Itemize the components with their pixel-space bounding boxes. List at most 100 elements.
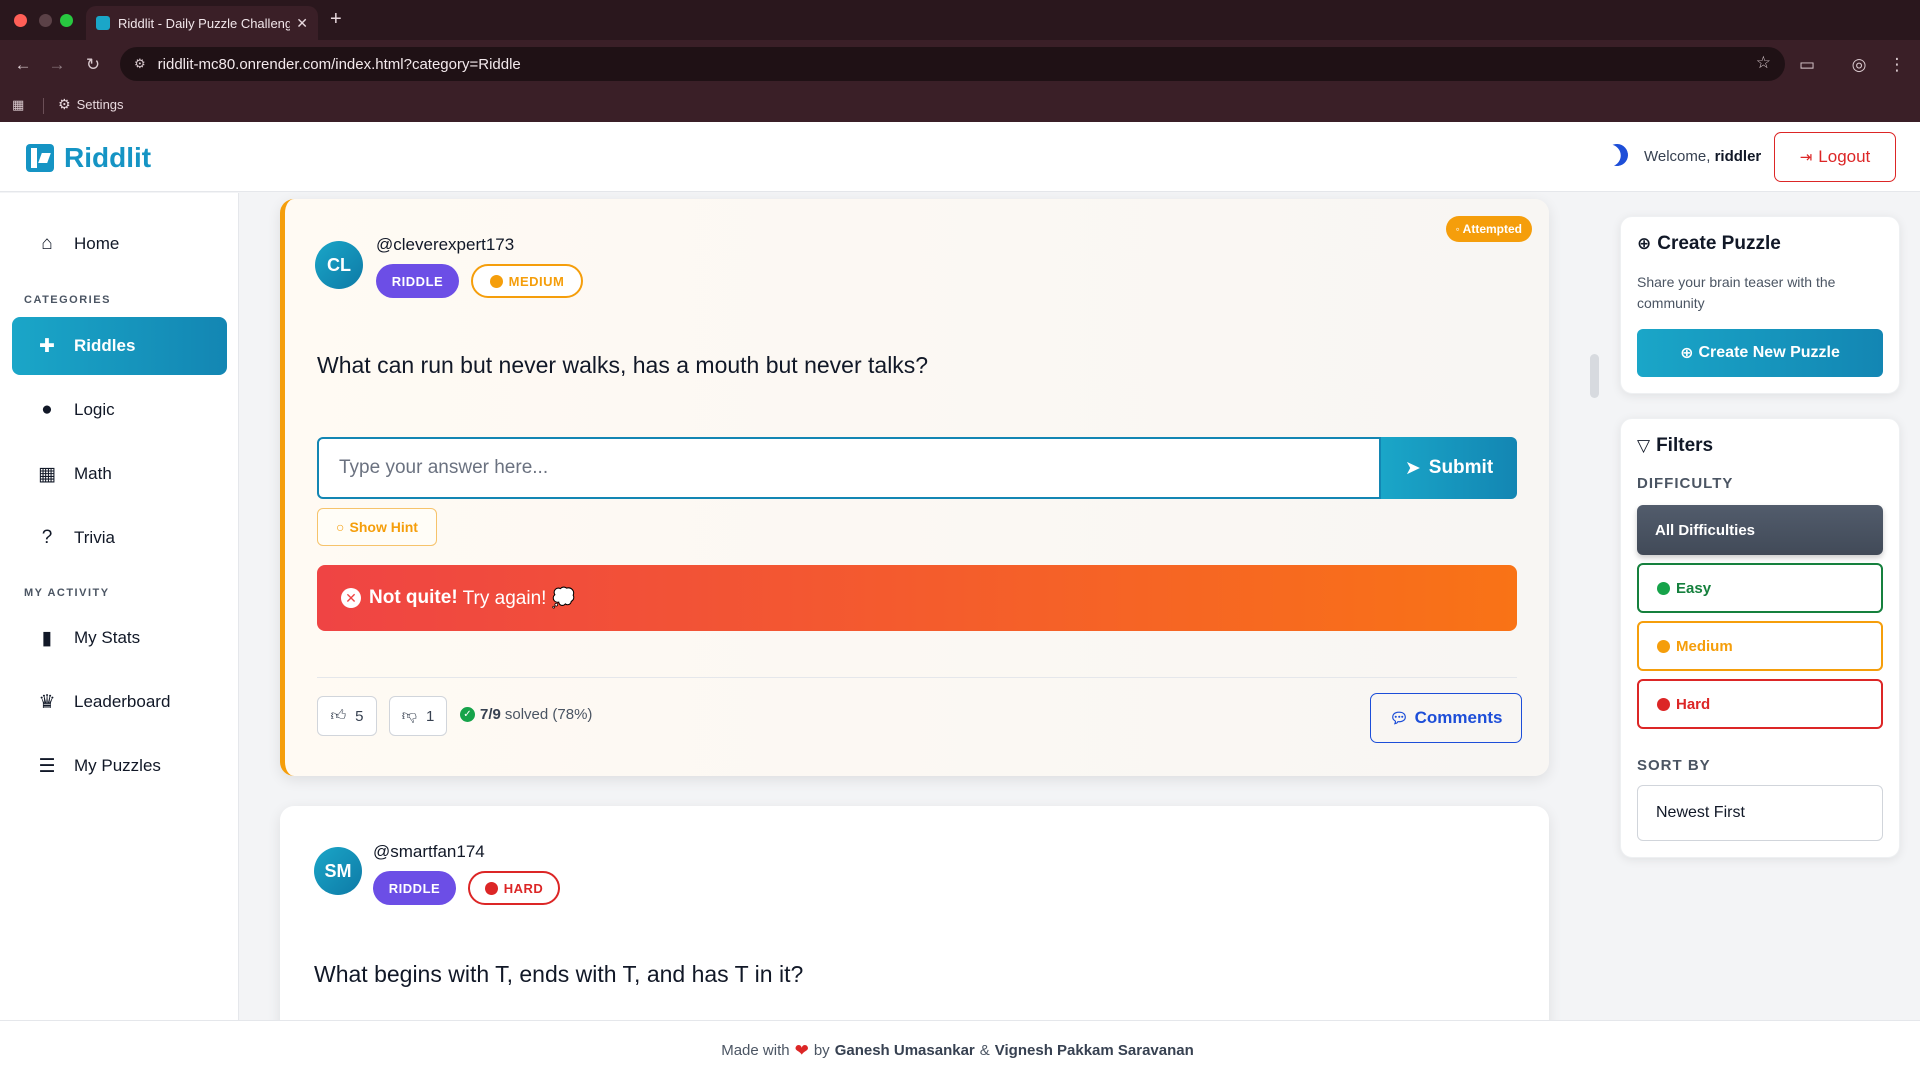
apps-grid-icon[interactable]: ▦ bbox=[12, 97, 24, 113]
welcome-message: Welcome, riddler bbox=[1644, 148, 1761, 165]
tab-search-icon[interactable]: ▭ bbox=[1794, 52, 1820, 78]
new-tab-icon[interactable]: + bbox=[330, 8, 342, 31]
welcome-username: riddler bbox=[1714, 148, 1762, 165]
difficulty-label: HARD bbox=[503, 880, 544, 896]
show-hint-button[interactable]: ○ Show Hint bbox=[317, 508, 437, 546]
create-puzzle-title: ⊕ Create Puzzle bbox=[1637, 233, 1781, 255]
address-bar[interactable]: ⚙ riddlit-mc80.onrender.com/index.html?c… bbox=[120, 47, 1785, 81]
like-button[interactable]: 👍︎ 5 bbox=[317, 696, 377, 736]
home-icon: ⌂ bbox=[41, 233, 53, 254]
thumbs-down-icon: 👎︎ bbox=[401, 707, 417, 724]
reload-icon[interactable]: ↻ bbox=[80, 52, 106, 78]
solved-stats: ✓ 7/9 solved (78%) bbox=[460, 706, 592, 723]
create-new-puzzle-label: Create New Puzzle bbox=[1698, 344, 1840, 361]
create-new-puzzle-button[interactable]: ⊕ Create New Puzzle bbox=[1637, 329, 1883, 377]
navigation-row: ← → ↻ ⚙ riddlit-mc80.onrender.com/index.… bbox=[0, 44, 1920, 84]
tab-bar: Riddlit - Daily Puzzle Challenge ✕ + bbox=[0, 0, 1920, 40]
favicon-icon bbox=[96, 16, 110, 30]
logo[interactable]: Riddlit bbox=[26, 142, 151, 174]
answer-form: ➤ Submit bbox=[317, 437, 1517, 499]
filter-medium-button[interactable]: Medium bbox=[1637, 621, 1883, 671]
tab-close-icon[interactable]: ✕ bbox=[296, 15, 308, 32]
back-icon[interactable]: ← bbox=[10, 52, 36, 78]
error-strong: Not quite! bbox=[369, 587, 458, 608]
puzzle-question: What can run but never walks, has a mout… bbox=[317, 352, 929, 378]
like-count: 5 bbox=[355, 707, 364, 725]
logout-button[interactable]: ⇥ Logout bbox=[1774, 132, 1896, 182]
sort-select[interactable]: Newest First bbox=[1637, 785, 1883, 841]
bookmark-star-icon[interactable]: ☆ bbox=[1756, 53, 1771, 73]
menu-icon[interactable]: ⋮ bbox=[1884, 52, 1910, 78]
puzzle-question: What begins with T, ends with T, and has… bbox=[314, 961, 804, 987]
puzzle-piece-icon: ✚ bbox=[39, 335, 55, 357]
check-circle-icon: ✓ bbox=[460, 707, 475, 722]
filter-hard-label: Hard bbox=[1676, 695, 1711, 713]
category-badge: RIDDLE bbox=[373, 871, 456, 905]
send-icon: ➤ bbox=[1404, 457, 1421, 479]
hard-x-icon bbox=[484, 881, 498, 895]
error-message: ✕ Not quite! Try again! 💭 bbox=[317, 565, 1517, 631]
sidebar-item-math[interactable]: ▦ Math bbox=[12, 445, 227, 503]
funnel-icon: ▽ bbox=[1637, 436, 1651, 455]
filter-hard-button[interactable]: Hard bbox=[1637, 679, 1883, 729]
browser-chrome: Riddlit - Daily Puzzle Challenge ✕ + ← →… bbox=[0, 0, 1920, 122]
browser-tab[interactable]: Riddlit - Daily Puzzle Challenge ✕ bbox=[86, 6, 318, 40]
filters-panel: ▽ Filters DIFFICULTY All Difficulties Ea… bbox=[1620, 418, 1900, 858]
dark-mode-toggle-icon[interactable] bbox=[1603, 141, 1631, 169]
create-puzzle-description: Share your brain teaser with the communi… bbox=[1637, 274, 1836, 311]
author-username[interactable]: @cleverexpert173 bbox=[376, 235, 514, 255]
sidebar: ⌂ Home CATEGORIES ✚ Riddles ● Logic ▦ Ma… bbox=[0, 193, 239, 1020]
journal-icon: ☰ bbox=[38, 755, 56, 777]
sidebar-item-label: My Stats bbox=[74, 628, 141, 647]
calculator-icon: ▦ bbox=[38, 463, 56, 485]
tab-title: Riddlit - Daily Puzzle Challenge bbox=[118, 15, 291, 31]
sidebar-item-label: Riddles bbox=[74, 336, 136, 355]
medium-dot-icon bbox=[489, 274, 503, 288]
difficulty-badge: MEDIUM bbox=[471, 264, 583, 298]
bar-chart-icon: ▮ bbox=[41, 627, 53, 649]
comments-label: Comments bbox=[1414, 708, 1503, 727]
sidebar-item-home[interactable]: ⌂ Home bbox=[12, 215, 227, 273]
sidebar-item-label: Leaderboard bbox=[74, 692, 171, 711]
create-puzzle-title-text: Create Puzzle bbox=[1657, 233, 1781, 254]
bookmark-settings[interactable]: ⚙ Settings bbox=[58, 96, 124, 113]
sidebar-item-leaderboard[interactable]: ♛ Leaderboard bbox=[12, 673, 227, 731]
avatar: SM bbox=[314, 847, 362, 895]
filters-title: ▽ Filters bbox=[1637, 435, 1713, 457]
lightbulb-icon: ● bbox=[41, 399, 53, 420]
hint-label: Show Hint bbox=[349, 519, 418, 535]
submit-button[interactable]: ➤ Submit bbox=[1381, 437, 1517, 499]
hard-x-icon bbox=[1657, 697, 1670, 711]
sidebar-item-riddles[interactable]: ✚ Riddles bbox=[12, 317, 227, 375]
scrollbar-thumb[interactable] bbox=[1590, 354, 1599, 398]
sidebar-item-trivia[interactable]: ? Trivia bbox=[12, 509, 227, 567]
logo-icon bbox=[26, 144, 54, 172]
comments-button[interactable]: 💬︎ Comments bbox=[1370, 693, 1522, 743]
sidebar-item-my-puzzles[interactable]: ☰ My Puzzles bbox=[12, 737, 227, 795]
bookmarks-bar: ▦ ⚙ Settings bbox=[0, 92, 1920, 118]
filter-all-difficulties-button[interactable]: All Difficulties bbox=[1637, 505, 1883, 555]
footer-author-1: Ganesh Umasankar bbox=[834, 1042, 975, 1059]
filter-easy-button[interactable]: Easy bbox=[1637, 563, 1883, 613]
footer-author-2: Vignesh Pakkam Saravanan bbox=[994, 1042, 1194, 1059]
sidebar-item-label: My Puzzles bbox=[74, 756, 161, 775]
minimize-window-button[interactable] bbox=[39, 14, 52, 27]
footer-by: by bbox=[813, 1042, 830, 1059]
card-divider bbox=[317, 677, 1517, 678]
profile-icon[interactable]: ◎ bbox=[1846, 52, 1872, 78]
site-settings-icon[interactable]: ⚙ bbox=[134, 56, 146, 72]
filter-medium-label: Medium bbox=[1676, 637, 1733, 655]
author-username[interactable]: @smartfan174 bbox=[373, 842, 485, 862]
plus-circle-icon: ⊕ bbox=[1637, 234, 1652, 253]
sidebar-item-label: Math bbox=[74, 464, 112, 483]
close-window-button[interactable] bbox=[14, 14, 27, 27]
filters-title-text: Filters bbox=[1656, 435, 1714, 456]
dislike-button[interactable]: 👎︎ 1 bbox=[389, 696, 447, 736]
sidebar-item-logic[interactable]: ● Logic bbox=[12, 381, 227, 439]
maximize-window-button[interactable] bbox=[60, 14, 73, 27]
forward-icon[interactable]: → bbox=[44, 52, 70, 78]
url-text: riddlit-mc80.onrender.com/index.html?cat… bbox=[157, 55, 521, 73]
difficulty-heading: DIFFICULTY bbox=[1637, 475, 1734, 492]
sidebar-item-my-stats[interactable]: ▮ My Stats bbox=[12, 609, 227, 667]
answer-input[interactable] bbox=[317, 437, 1381, 499]
